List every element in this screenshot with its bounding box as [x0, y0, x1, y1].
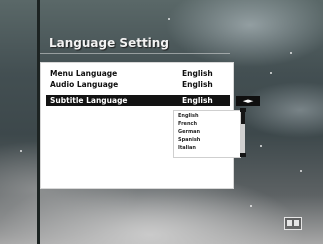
- title-underline: [40, 53, 230, 54]
- menu-language-label: Menu Language: [50, 69, 118, 78]
- menu-language-value[interactable]: English: [182, 68, 213, 79]
- audio-language-value[interactable]: English: [182, 79, 213, 90]
- dropdown-scrollbar[interactable]: [241, 110, 245, 156]
- scroll-down-icon[interactable]: [240, 153, 246, 157]
- audio-language-label: Audio Language: [50, 80, 119, 89]
- star-decoration: [300, 170, 302, 172]
- star-decoration: [20, 150, 22, 152]
- tv-icon: [284, 217, 302, 230]
- page-title: Language Setting: [49, 36, 169, 50]
- star-decoration: [168, 18, 170, 20]
- subtitle-language-value[interactable]: English: [182, 95, 213, 106]
- audio-language-row[interactable]: Audio Language English: [46, 79, 230, 90]
- scroll-up-icon[interactable]: [240, 108, 246, 112]
- dropdown-option[interactable]: Spanish: [178, 137, 200, 144]
- star-decoration: [260, 145, 262, 147]
- star-decoration: [270, 72, 272, 74]
- language-dropdown[interactable]: English French German Spanish Italian: [173, 110, 241, 158]
- subtitle-language-label: Subtitle Language: [50, 96, 128, 105]
- dropdown-option[interactable]: French: [178, 121, 197, 128]
- star-decoration: [290, 52, 292, 54]
- subtitle-language-row[interactable]: Subtitle Language English: [46, 95, 230, 106]
- dropdown-option[interactable]: German: [178, 129, 200, 136]
- menu-language-row[interactable]: Menu Language English: [46, 68, 230, 79]
- star-decoration: [250, 205, 252, 207]
- left-right-arrow-icon[interactable]: ◄►: [236, 96, 260, 106]
- dropdown-option[interactable]: Italian: [178, 145, 196, 152]
- dropdown-option[interactable]: English: [178, 113, 199, 120]
- scrollbar-thumb[interactable]: [241, 110, 245, 124]
